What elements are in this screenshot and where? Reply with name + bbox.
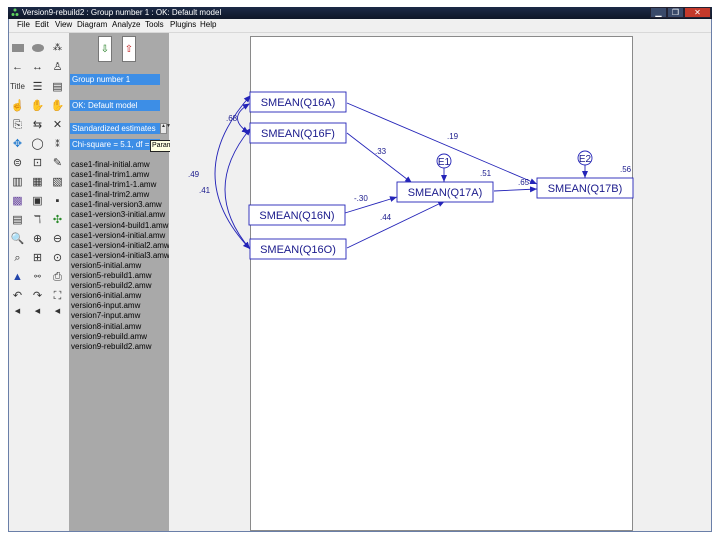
estimate-r2-q17b: .56 (620, 165, 632, 174)
estimate-q16n-q17a: -.30 (354, 194, 368, 203)
estimate-q16o-q17a: .44 (380, 213, 392, 222)
path-q16a-q17b (346, 102, 538, 185)
label-q16a: SMEAN(Q16A) (261, 97, 336, 109)
path-q16n-q17a (344, 196, 398, 214)
path-q16f-q17a (346, 132, 413, 184)
path-diagram: SMEAN(Q16A) SMEAN(Q16F) SMEAN(Q16N) SMEA… (188, 91, 634, 260)
estimate-q17a-q17b: .65 (518, 178, 530, 187)
covariance-q16f-q16o (224, 128, 251, 250)
label-q16o: SMEAN(Q16O) (260, 244, 336, 256)
label-q16n: SMEAN(Q16N) (259, 210, 334, 222)
estimate-r2-q17a: .51 (480, 169, 492, 178)
estimate-q16a-q17b: .19 (447, 132, 459, 141)
label-e1: E1 (438, 157, 451, 168)
estimate-cov-a-o: .49 (188, 170, 200, 179)
estimate-cov-a-f: .68 (226, 114, 238, 123)
estimate-q16f-q17a: .33 (375, 147, 387, 156)
path-q17a-q17b (493, 186, 538, 193)
covariance-q16a-q16f (237, 103, 250, 134)
label-q17b: SMEAN(Q17B) (548, 183, 623, 195)
estimate-cov-f-o: .41 (199, 186, 211, 195)
label-q16f: SMEAN(Q16F) (261, 128, 335, 140)
label-e2: E2 (579, 154, 592, 165)
label-q17a: SMEAN(Q17A) (408, 187, 483, 199)
